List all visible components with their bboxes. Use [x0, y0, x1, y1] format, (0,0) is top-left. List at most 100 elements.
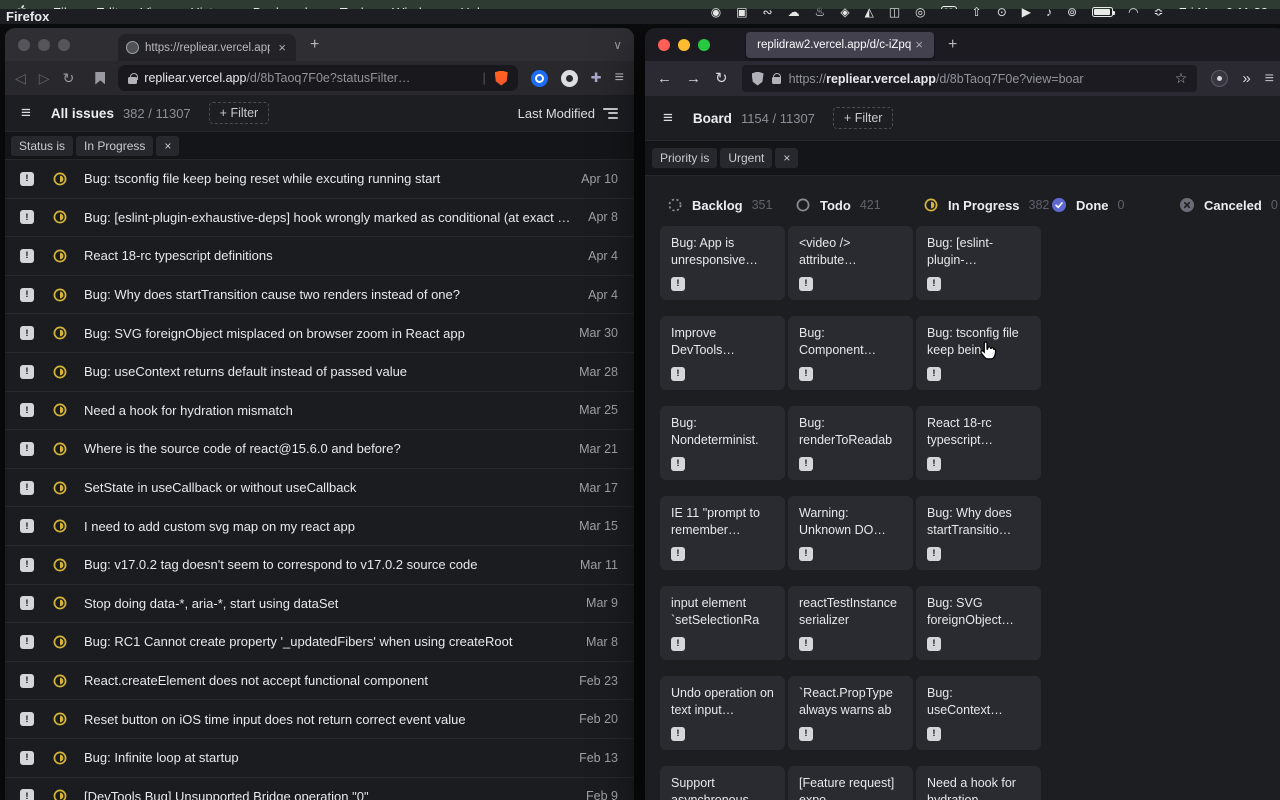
urgent-priority-icon[interactable]: !	[927, 367, 941, 381]
in-progress-status-icon[interactable]	[53, 326, 67, 340]
issue-row[interactable]: !Bug: [eslint-plugin-exhaustive-deps] ho…	[5, 199, 634, 238]
issue-card[interactable]: Bug: useContext…!	[916, 676, 1041, 750]
issue-row[interactable]: !Bug: SVG foreignObject misplaced on bro…	[5, 314, 634, 353]
tab-close-icon[interactable]: ×	[276, 40, 288, 55]
in-progress-status-icon[interactable]	[53, 172, 67, 186]
urgent-priority-icon[interactable]: !	[20, 481, 34, 495]
issue-row[interactable]: !Stop doing data-*, aria-*, start using …	[5, 585, 634, 624]
chip-remove-button[interactable]: ×	[156, 136, 179, 156]
issue-card[interactable]: Bug: renderToReadab!	[788, 406, 913, 480]
one-password-icon[interactable]: ◎	[915, 6, 925, 18]
app-store-icon[interactable]: ◭	[865, 6, 874, 18]
extensions-puzzle-icon[interactable]: ✚	[591, 70, 602, 86]
reload-button[interactable]: ↻	[715, 71, 728, 86]
issue-row[interactable]: !React 18-rc typescript definitionsApr 4	[5, 237, 634, 276]
issue-row[interactable]: !Reset button on iOS time input does not…	[5, 700, 634, 739]
urgent-priority-icon[interactable]: !	[20, 442, 34, 456]
zoom-window-button[interactable]	[58, 39, 70, 51]
urgent-priority-icon[interactable]: !	[20, 596, 34, 610]
urgent-priority-icon[interactable]: !	[671, 547, 685, 561]
issue-row[interactable]: !Bug: v17.0.2 tag doesn't seem to corres…	[5, 546, 634, 585]
urgent-priority-icon[interactable]: !	[671, 367, 685, 381]
urgent-priority-icon[interactable]: !	[799, 547, 813, 561]
camera-icon[interactable]: ▣	[736, 6, 747, 18]
brave-shield-icon[interactable]	[495, 71, 508, 86]
forward-button[interactable]: →	[686, 71, 701, 86]
add-filter-button[interactable]: + Filter	[209, 102, 270, 124]
account-icon[interactable]	[1211, 70, 1228, 87]
zoom-window-button[interactable]	[698, 39, 710, 51]
forward-button[interactable]: ▷	[39, 71, 50, 85]
filter-chip[interactable]: Priority is	[652, 148, 717, 168]
left-browser-tab[interactable]: https://repliear.vercel.app/d/8b ×	[118, 34, 296, 61]
urgent-priority-icon[interactable]: !	[671, 457, 685, 471]
issue-row[interactable]: !I need to add custom svg map on my reac…	[5, 507, 634, 546]
chip-remove-button[interactable]: ×	[775, 148, 798, 168]
urgent-priority-icon[interactable]: !	[799, 727, 813, 741]
in-progress-status-icon[interactable]	[53, 789, 67, 800]
power-icon[interactable]: ⊙	[997, 6, 1007, 18]
in-progress-status-icon[interactable]	[53, 210, 67, 224]
minimize-window-button[interactable]	[678, 39, 690, 51]
urgent-priority-icon[interactable]: !	[927, 277, 941, 291]
urgent-priority-icon[interactable]: !	[20, 635, 34, 649]
issue-row[interactable]: !Bug: tsconfig file keep being reset whi…	[5, 160, 634, 199]
in-progress-status-icon[interactable]	[53, 519, 67, 533]
urgent-priority-icon[interactable]: !	[927, 457, 941, 471]
urgent-priority-icon[interactable]: !	[20, 403, 34, 417]
issue-row[interactable]: !SetState in useCallback or without useC…	[5, 469, 634, 508]
issue-row[interactable]: !Bug: Infinite loop at startupFeb 13	[5, 739, 634, 778]
display-split-icon[interactable]: ◫	[889, 6, 900, 18]
issue-card[interactable]: reactTestInstance serializer!	[788, 586, 913, 660]
in-progress-status-icon[interactable]	[53, 365, 67, 379]
bookmark-icon[interactable]	[95, 72, 105, 85]
issue-card[interactable]: Warning: Unknown DO…!	[788, 496, 913, 570]
in-progress-status-icon[interactable]	[53, 481, 67, 495]
volume-icon[interactable]: ♪	[1046, 6, 1052, 18]
urgent-priority-icon[interactable]: !	[671, 727, 685, 741]
issue-card[interactable]: Bug: [eslint- plugin-…!	[916, 226, 1041, 300]
bookmark-star-icon[interactable]: ☆	[1175, 70, 1188, 87]
minimize-window-button[interactable]	[38, 39, 50, 51]
urgent-priority-icon[interactable]: !	[20, 172, 34, 186]
issue-card[interactable]: Support asynchronous…!	[660, 766, 785, 800]
back-button[interactable]: ◁	[15, 71, 26, 85]
browser-menu-icon[interactable]: ≡	[615, 69, 624, 87]
issue-row[interactable]: !Need a hook for hydration mismatchMar 2…	[5, 392, 634, 431]
wifi-icon[interactable]: ◠	[1128, 6, 1138, 18]
urgent-priority-icon[interactable]: !	[20, 712, 34, 726]
in-progress-status-icon[interactable]	[53, 712, 67, 726]
extension-icon[interactable]	[561, 70, 578, 87]
in-progress-status-icon[interactable]	[53, 596, 67, 610]
right-address-bar[interactable]: https://repliear.vercel.app/d/8bTaoq7F0e…	[742, 65, 1198, 92]
filter-chip[interactable]: In Progress	[76, 136, 153, 156]
add-filter-button[interactable]: + Filter	[833, 107, 894, 129]
urgent-priority-icon[interactable]: !	[20, 751, 34, 765]
issue-row[interactable]: !Bug: Why does startTransition cause two…	[5, 276, 634, 315]
play-icon[interactable]: ▶	[1022, 6, 1031, 18]
in-progress-status-icon[interactable]	[53, 635, 67, 649]
urgent-priority-icon[interactable]: !	[20, 519, 34, 533]
sidebar-toggle-icon[interactable]: ≡	[21, 103, 31, 123]
urgent-priority-icon[interactable]: !	[20, 365, 34, 379]
in-progress-status-icon[interactable]	[53, 751, 67, 765]
urgent-priority-icon[interactable]: !	[20, 789, 34, 800]
urgent-priority-icon[interactable]: !	[20, 249, 34, 263]
urgent-priority-icon[interactable]: !	[20, 674, 34, 688]
screen-record-icon[interactable]: ◉	[711, 6, 721, 18]
issue-row[interactable]: !Bug: useContext returns default instead…	[5, 353, 634, 392]
in-progress-status-icon[interactable]	[53, 249, 67, 263]
issue-card[interactable]: `React.PropType always warns ab!	[788, 676, 913, 750]
issue-card[interactable]: Bug: tsconfig file keep bein…!	[916, 316, 1041, 390]
issue-card[interactable]: Bug: App is unresponsive…!	[660, 226, 785, 300]
tracking-protection-shield-icon[interactable]	[752, 72, 764, 86]
back-button[interactable]: ←	[657, 71, 672, 86]
urgent-priority-icon[interactable]: !	[671, 277, 685, 291]
menu-firefox[interactable]: Firefox	[0, 9, 1280, 24]
new-tab-button[interactable]: +	[948, 36, 957, 54]
issue-row[interactable]: ![DevTools Bug] Unsupported Bridge opera…	[5, 778, 634, 800]
tab-list-chevron-icon[interactable]: ∨	[613, 38, 622, 52]
new-tab-button[interactable]: +	[310, 36, 319, 54]
upload-icon[interactable]: ⇧	[972, 6, 982, 18]
in-progress-status-icon[interactable]	[53, 674, 67, 688]
